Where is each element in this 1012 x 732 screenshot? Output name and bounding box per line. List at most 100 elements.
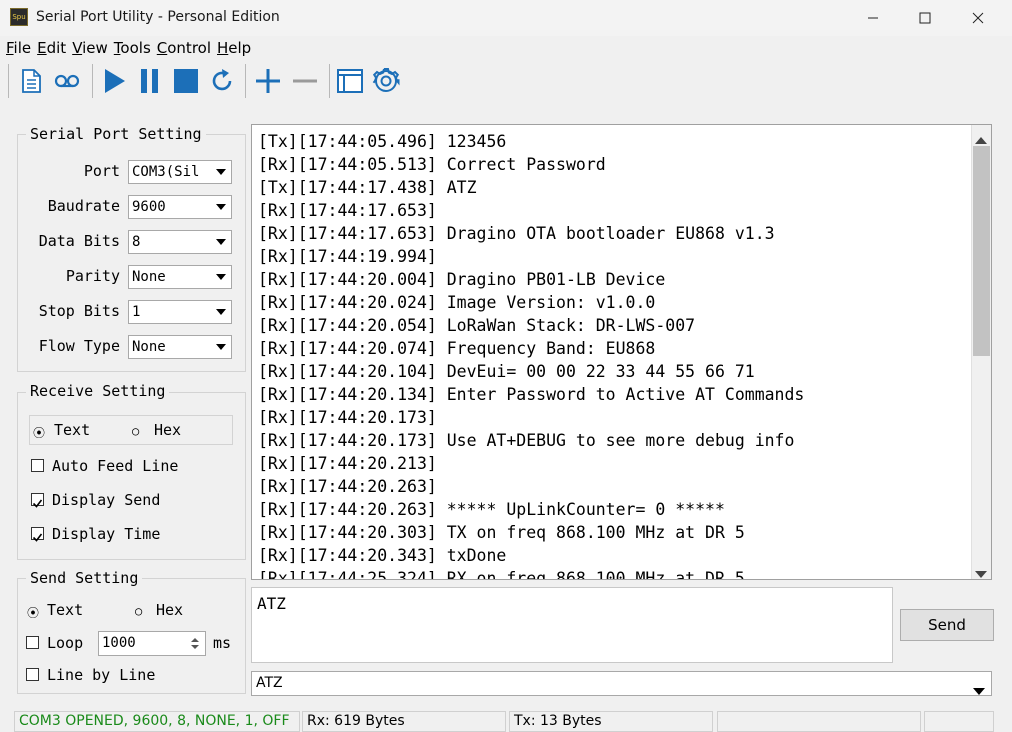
toolbar-separator — [245, 64, 246, 98]
chevron-down-icon — [211, 196, 231, 218]
minus-icon — [293, 79, 317, 83]
refresh-button[interactable] — [206, 64, 238, 98]
parity-value: None — [132, 269, 166, 285]
menu-file[interactable]: File — [6, 39, 31, 57]
display-send-checkbox[interactable] — [31, 493, 44, 508]
log-line: [Rx][17:44:20.213] — [258, 454, 437, 473]
flow-type-label: Flow Type — [38, 337, 120, 355]
record-icon — [54, 74, 80, 88]
flow-type-value: None — [132, 339, 166, 355]
log-line: [Rx][17:44:20.054] LoRaWan Stack: DR-LWS… — [258, 316, 696, 335]
pause-icon — [141, 69, 158, 93]
receive-text-radio[interactable]: ⦿ — [33, 424, 45, 441]
app-icon: Spu — [10, 8, 28, 26]
port-select[interactable]: COM3(Sil — [128, 160, 232, 184]
data-bits-label: Data Bits — [38, 232, 120, 250]
log-lines: [Tx][17:44:05.496] 123456 [Rx][17:44:05.5… — [258, 130, 805, 580]
ms-label: ms — [213, 634, 232, 652]
loop-checkbox[interactable] — [26, 636, 39, 649]
minimize-icon — [868, 17, 878, 19]
chevron-down-icon — [211, 301, 231, 323]
chevron-down-icon — [211, 336, 231, 358]
close-icon — [972, 12, 984, 24]
window-title: Serial Port Utility - Personal Edition — [36, 9, 280, 25]
send-text-radio[interactable]: ⦿ — [27, 604, 39, 621]
chevron-down-icon[interactable] — [973, 680, 985, 699]
log-line: [Rx][17:44:20.134] Enter Password to Act… — [258, 385, 805, 404]
send-text-label: Text — [47, 601, 84, 619]
remove-button[interactable] — [289, 64, 321, 98]
maximize-icon — [919, 12, 931, 24]
loop-label: Loop — [47, 634, 84, 652]
stop-button[interactable] — [170, 64, 202, 98]
toolbar-separator — [329, 64, 330, 98]
send-input[interactable]: ATZ — [251, 587, 893, 663]
log-scrollbar-thumb[interactable] — [973, 146, 990, 356]
maximize-button[interactable] — [902, 0, 948, 36]
log-line: [Rx][17:44:20.024] Image Version: v1.0.0 — [258, 293, 656, 312]
close-button[interactable] — [955, 0, 1001, 36]
baudrate-value: 9600 — [132, 199, 166, 215]
log-line: [Rx][17:44:20.343] txDone — [258, 546, 507, 565]
window-layout-button[interactable] — [334, 64, 366, 98]
send-history-value: ATZ — [256, 675, 283, 691]
stop-icon — [174, 69, 198, 93]
menu-help[interactable]: Help — [217, 39, 251, 57]
log-line: [Rx][17:44:20.173] Use AT+DEBUG to see m… — [258, 431, 795, 450]
receive-hex-label: Hex — [154, 421, 182, 439]
log-line: [Rx][17:44:05.513] Correct Password — [258, 155, 606, 174]
log-line: [Rx][17:44:17.653] Dragino OTA bootloade… — [258, 224, 775, 243]
log-line: [Rx][17:44:25.324] RX on freq 868.100 MH… — [258, 569, 745, 580]
menu-tools[interactable]: Tools — [114, 39, 151, 57]
loop-interval-stepper[interactable]: 1000 — [98, 631, 206, 656]
parity-select[interactable]: None — [128, 265, 232, 289]
display-send-label: Display Send — [52, 491, 161, 509]
settings-button[interactable] — [370, 64, 402, 98]
baudrate-label: Baudrate — [47, 197, 120, 215]
flow-type-select[interactable]: None — [128, 335, 232, 359]
log-line: [Tx][17:44:05.496] 123456 — [258, 132, 507, 151]
log-line: [Rx][17:44:20.263] ***** UpLinkCounter= … — [258, 500, 725, 519]
send-button[interactable]: Send — [900, 609, 994, 641]
send-history-select[interactable]: ATZ — [251, 671, 992, 696]
log-line: [Rx][17:44:20.004] Dragino PB01-LB Devic… — [258, 270, 666, 289]
port-value: COM3(Sil — [132, 164, 200, 180]
connection-status: COM3 OPENED, 9600, 8, NONE, 1, OFF — [14, 711, 300, 732]
tx-count: Tx: 13 Bytes — [509, 711, 713, 732]
menu-control[interactable]: Control — [157, 39, 211, 57]
auto-feed-line-checkbox[interactable] — [31, 459, 44, 472]
new-document-button[interactable] — [15, 64, 47, 98]
receive-hex-radio[interactable]: ○ — [132, 424, 139, 438]
minimize-button[interactable] — [850, 0, 896, 36]
send-hex-radio[interactable]: ○ — [135, 604, 142, 618]
line-by-line-checkbox[interactable] — [26, 668, 39, 681]
log-line: [Rx][17:44:20.303] TX on freq 868.100 MH… — [258, 523, 745, 542]
status-empty-cell — [924, 711, 994, 732]
menu-view[interactable]: View — [72, 39, 108, 57]
display-time-checkbox[interactable] — [31, 527, 44, 542]
port-label: Port — [83, 162, 120, 180]
chevron-down-icon — [211, 266, 231, 288]
baudrate-select[interactable]: 9600 — [128, 195, 232, 219]
checkmark-icon — [32, 533, 43, 542]
menu-bar: File Edit View Tools Control Help — [0, 36, 1012, 60]
stop-bits-select[interactable]: 1 — [128, 300, 232, 324]
document-icon — [22, 69, 41, 93]
refresh-icon — [212, 69, 232, 91]
record-button[interactable] — [51, 64, 83, 98]
receive-log[interactable]: [Tx][17:44:05.496] 123456 [Rx][17:44:05.5… — [251, 124, 992, 580]
auto-feed-line-label: Auto Feed Line — [52, 457, 179, 475]
add-button[interactable] — [252, 64, 284, 98]
menu-edit[interactable]: Edit — [37, 39, 66, 57]
receive-setting-title: Receive Setting — [26, 382, 170, 400]
log-line: [Tx][17:44:17.438] ATZ — [258, 178, 477, 197]
data-bits-select[interactable]: 8 — [128, 230, 232, 254]
stop-bits-value: 1 — [132, 304, 141, 320]
chevron-down-icon — [211, 231, 231, 253]
log-line: [Rx][17:44:20.263] — [258, 477, 437, 496]
log-line: [Rx][17:44:20.173] — [258, 408, 437, 427]
start-button[interactable] — [98, 64, 130, 98]
scroll-down-icon[interactable] — [975, 564, 987, 583]
status-empty-cell — [717, 711, 921, 732]
pause-button[interactable] — [134, 64, 166, 98]
